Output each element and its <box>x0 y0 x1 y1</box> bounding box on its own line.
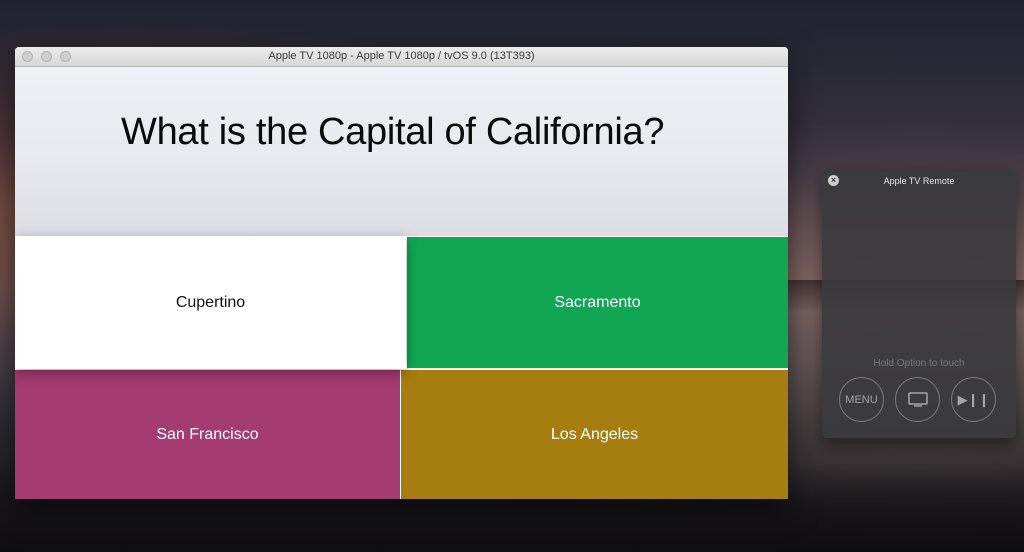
question-panel: What is the Capital of California? <box>15 67 788 236</box>
play-pause-icon: ▶❙❙ <box>957 391 990 407</box>
menu-button[interactable]: MENU <box>839 377 884 422</box>
window-titlebar[interactable]: Apple TV 1080p - Apple TV 1080p / tvOS 9… <box>15 47 788 67</box>
window-title: Apple TV 1080p - Apple TV 1080p / tvOS 9… <box>268 50 535 62</box>
tv-screen: What is the Capital of California? Cuper… <box>15 67 788 499</box>
tv-button[interactable] <box>895 377 940 422</box>
answer-label: Sacramento <box>554 293 641 311</box>
play-pause-button[interactable]: ▶❙❙ <box>951 377 996 422</box>
answer-button-san-francisco[interactable]: San Francisco <box>15 370 400 499</box>
answer-button-sacramento[interactable]: Sacramento <box>407 237 788 368</box>
answer-button-cupertino[interactable]: Cupertino <box>15 236 406 369</box>
simulator-window: Apple TV 1080p - Apple TV 1080p / tvOS 9… <box>15 47 788 499</box>
remote-title: Apple TV Remote <box>883 176 955 186</box>
tv-icon <box>907 392 928 407</box>
answer-label: San Francisco <box>156 425 259 443</box>
menu-label: MENU <box>845 393 878 406</box>
apple-tv-remote-panel[interactable]: × Apple TV Remote Hold Option to touch M… <box>822 171 1016 438</box>
question-text: What is the Capital of California? <box>121 111 665 153</box>
answer-button-los-angeles[interactable]: Los Angeles <box>401 370 788 499</box>
remote-hint: Hold Option to touch <box>873 358 965 369</box>
answer-label: Los Angeles <box>550 425 639 443</box>
answer-label: Cupertino <box>175 293 246 311</box>
